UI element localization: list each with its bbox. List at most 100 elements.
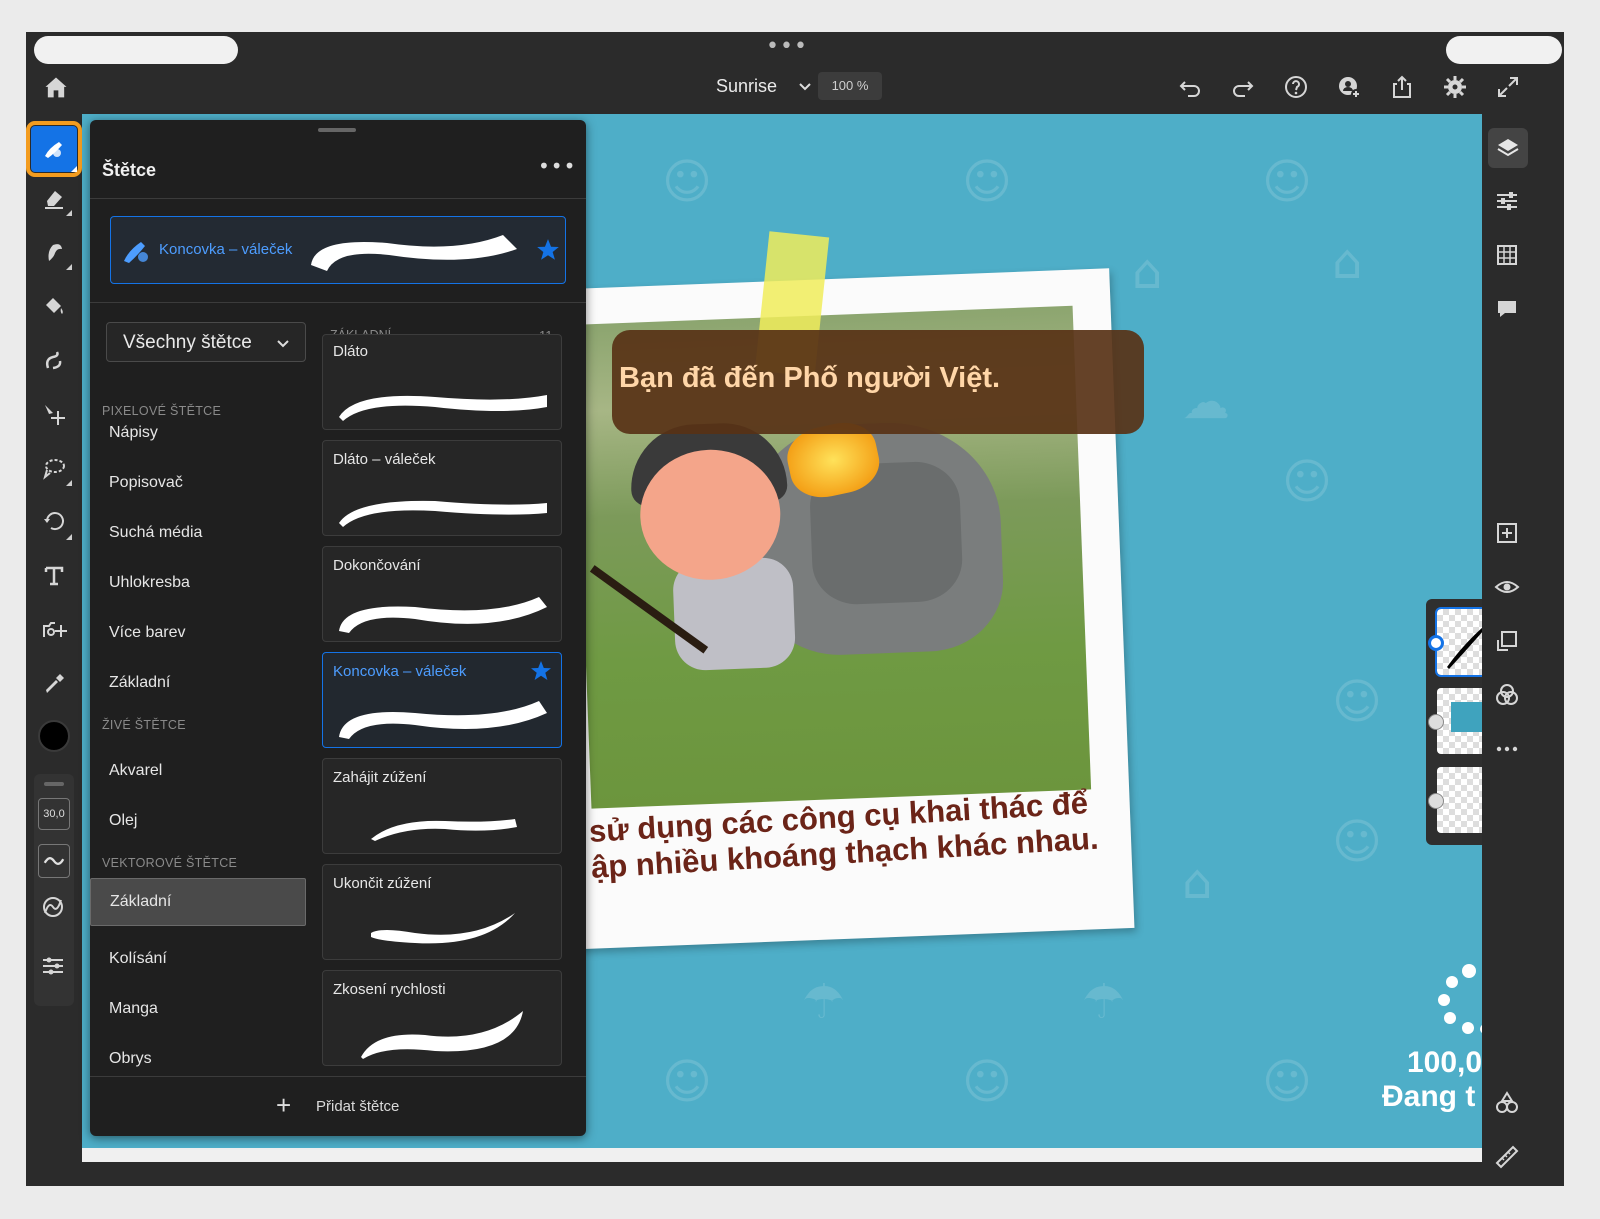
brush-size-value[interactable]: 30,0 xyxy=(38,798,70,830)
more-options-icon[interactable] xyxy=(1494,736,1524,766)
divider xyxy=(90,198,586,199)
zoom-level[interactable]: 100 % xyxy=(818,72,882,100)
brush-card[interactable]: Dláto – váleček xyxy=(322,440,562,536)
category-item[interactable]: Nápisy xyxy=(90,410,306,458)
brushes-panel: Štětce ••• Koncovka – váleček Všechny št… xyxy=(90,120,586,1136)
eraser-tool-corner xyxy=(66,210,72,216)
fill-bucket-icon[interactable] xyxy=(36,288,72,324)
top-bar: Sunrise 100 % xyxy=(26,64,1564,114)
brush-stroke-preview xyxy=(361,1011,523,1059)
canvas-footer xyxy=(82,1148,1482,1162)
brush-name: Dláto – váleček xyxy=(333,451,436,468)
status-pill-left xyxy=(34,36,238,64)
panel-more-icon[interactable]: ••• xyxy=(538,154,576,178)
divider xyxy=(90,302,586,303)
category-item[interactable]: Manga xyxy=(90,986,306,1034)
transform-tool-corner xyxy=(66,534,72,540)
eraser-tool-icon[interactable] xyxy=(36,180,72,216)
brush-tool-icon xyxy=(121,235,153,267)
category-label: Suchá média xyxy=(109,524,203,541)
panel-grip[interactable] xyxy=(318,128,356,132)
fullscreen-icon[interactable] xyxy=(1494,73,1522,101)
left-toolbar: 30,0 xyxy=(26,114,82,1186)
current-brush-card[interactable]: Koncovka – váleček xyxy=(110,216,566,284)
brush-stroke-preview xyxy=(371,819,517,841)
category-label: Uhlokresba xyxy=(109,574,190,591)
transform-rotate-icon[interactable] xyxy=(36,504,72,540)
text-tool-icon[interactable] xyxy=(36,558,72,594)
layer-dot-selected xyxy=(1428,635,1444,651)
brush-card[interactable]: Zkosení rychlosti xyxy=(322,970,562,1066)
category-label: Základní xyxy=(109,674,171,691)
shapes-icon[interactable] xyxy=(1494,1090,1524,1120)
eyedropper-icon[interactable] xyxy=(36,666,72,702)
merge-down-icon[interactable] xyxy=(1494,628,1524,658)
help-icon[interactable] xyxy=(1282,73,1310,101)
category-item[interactable]: Olej xyxy=(90,798,306,846)
chevron-down-icon[interactable] xyxy=(796,77,814,95)
color-swatch[interactable] xyxy=(38,720,70,752)
layers-mini-panel xyxy=(1426,599,1482,845)
brush-properties-icon[interactable] xyxy=(40,952,70,982)
liquify-tool-icon[interactable] xyxy=(36,342,72,378)
brush-card[interactable]: Dláto xyxy=(322,334,562,430)
add-brushes-label: Přidat štětce xyxy=(316,1098,400,1115)
brush-tool-icon[interactable] xyxy=(26,121,82,177)
brush-set-label: Všechny štětce xyxy=(123,332,252,353)
blend-mode-icon[interactable] xyxy=(1494,682,1524,712)
brush-card-selected[interactable]: Koncovka – váleček xyxy=(322,652,562,748)
category-item[interactable]: Suchá média xyxy=(90,510,306,558)
favorite-star-icon[interactable] xyxy=(535,237,561,263)
add-layer-icon[interactable] xyxy=(1494,520,1524,550)
multitask-dots-icon[interactable]: ••• xyxy=(766,34,808,59)
ruler-icon[interactable] xyxy=(1494,1144,1524,1174)
place-image-icon[interactable] xyxy=(36,612,72,648)
redo-icon[interactable] xyxy=(1229,73,1257,101)
brush-stroke-preview xyxy=(339,395,547,421)
brush-card[interactable]: Ukončit zúžení xyxy=(322,864,562,960)
comments-icon[interactable] xyxy=(1494,296,1524,326)
pressure-icon[interactable] xyxy=(40,894,70,924)
banner-text: Bạn đã đến Phố người Việt. xyxy=(619,362,1001,394)
size-slider-grip[interactable] xyxy=(44,782,64,786)
brush-set-dropdown[interactable]: Všechny štětce xyxy=(106,322,306,362)
category-item[interactable]: Kolísání xyxy=(90,936,306,984)
favorite-star-icon[interactable] xyxy=(529,659,553,683)
settings-gear-icon[interactable] xyxy=(1441,73,1469,101)
brush-card[interactable]: Zahájit zúžení xyxy=(322,758,562,854)
right-toolbar xyxy=(1482,114,1534,1186)
add-brushes-button[interactable]: + Přidat štětce xyxy=(276,1092,416,1122)
undo-icon[interactable] xyxy=(1176,73,1204,101)
category-item[interactable]: Popisovač xyxy=(90,460,306,508)
category-label: Manga xyxy=(109,1000,158,1017)
category-label: Nápisy xyxy=(109,424,158,441)
category-item[interactable]: Základní xyxy=(90,660,306,708)
adjustments-icon[interactable] xyxy=(1494,188,1524,218)
brush-card[interactable]: Dokončování xyxy=(322,546,562,642)
lasso-select-icon[interactable] xyxy=(36,450,72,486)
app-window: ••• Sunrise 100 % ☺ ☺ ☺ ⌂ ⌂ ☁ ☺ ☺ ⌂ ☺ ☺ … xyxy=(26,32,1564,1186)
share-icon[interactable] xyxy=(1388,73,1416,101)
smudge-tool-icon[interactable] xyxy=(36,234,72,270)
category-item[interactable]: Více barev xyxy=(90,610,306,658)
divider xyxy=(90,1076,586,1077)
smoothing-icon[interactable] xyxy=(38,844,70,878)
move-transform-icon[interactable] xyxy=(36,396,72,432)
category-label: Obrys xyxy=(109,1050,152,1067)
category-item-selected[interactable]: Základní xyxy=(90,878,306,926)
layers-icon[interactable] xyxy=(1488,128,1528,168)
plus-icon: + xyxy=(276,1090,292,1120)
brush-stroke-preview xyxy=(339,597,547,633)
brush-tool-corner xyxy=(71,166,77,172)
home-icon[interactable] xyxy=(42,74,70,102)
brush-name: Dokončování xyxy=(333,557,421,574)
brush-name: Ukončit zúžení xyxy=(333,875,432,892)
invite-user-icon[interactable] xyxy=(1335,73,1363,101)
grid-icon[interactable] xyxy=(1494,242,1524,272)
brush-stroke-preview xyxy=(307,227,521,277)
category-item[interactable]: Akvarel xyxy=(90,748,306,796)
visibility-eye-icon[interactable] xyxy=(1494,574,1524,604)
document-title[interactable]: Sunrise xyxy=(716,76,777,97)
category-item[interactable]: Uhlokresba xyxy=(90,560,306,608)
brush-stroke-preview xyxy=(371,913,515,944)
